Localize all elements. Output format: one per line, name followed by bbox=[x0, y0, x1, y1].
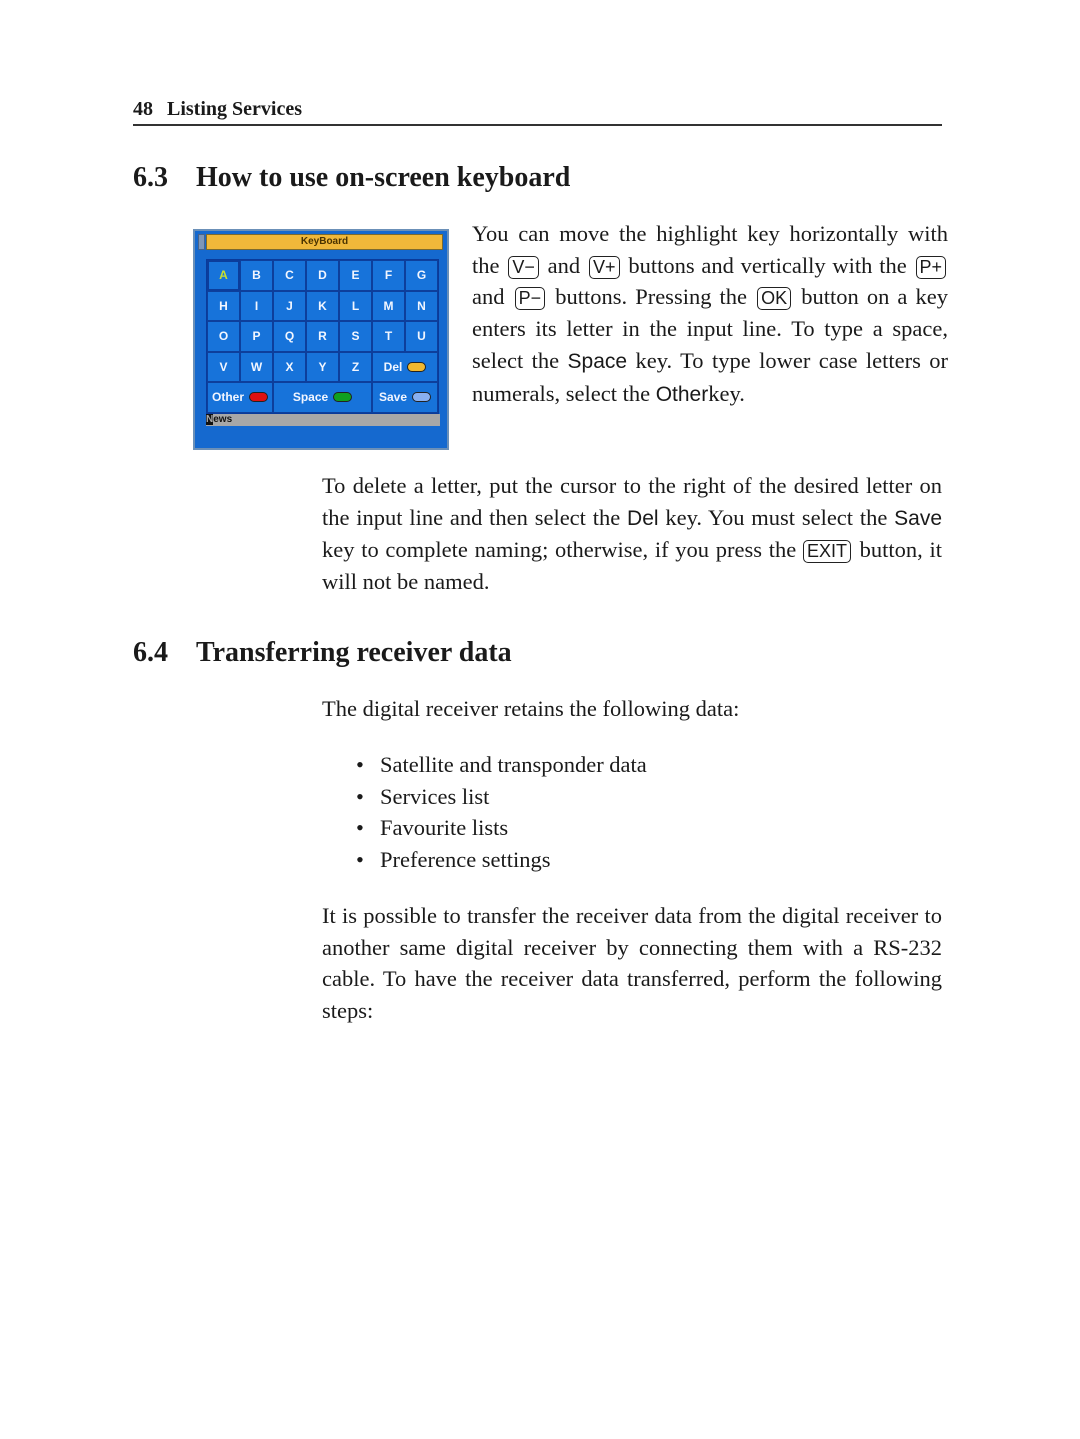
section-heading-6-3: 6.3 How to use on-screen keyboard bbox=[133, 162, 570, 194]
yellow-button-icon bbox=[407, 361, 427, 372]
paragraph-keyboard-navigation: You can move the highlight key horizonta… bbox=[472, 218, 948, 410]
keyboard-screenshot: KeyBoard ABCDEFG HIJKLMN OPQRSTU VWXYZ Del … bbox=[193, 229, 449, 450]
key-o[interactable]: O bbox=[207, 321, 240, 352]
text: and bbox=[547, 252, 581, 278]
key-b[interactable]: B bbox=[240, 260, 273, 291]
section-title: Transferring receiver data bbox=[196, 637, 512, 668]
key-h[interactable]: H bbox=[207, 290, 240, 321]
ok-key: OK bbox=[757, 287, 792, 311]
key-e[interactable]: E bbox=[339, 260, 372, 291]
v-minus-key: V− bbox=[508, 255, 539, 279]
key-v[interactable]: V bbox=[207, 351, 240, 382]
key-q[interactable]: Q bbox=[273, 321, 306, 352]
list-item: Preference settings bbox=[356, 844, 647, 876]
p-plus-key: P+ bbox=[915, 255, 947, 279]
key-z[interactable]: Z bbox=[339, 351, 372, 382]
key-j[interactable]: J bbox=[273, 290, 306, 321]
text: and bbox=[472, 284, 505, 310]
keyboard-title: KeyBoard bbox=[206, 234, 443, 250]
key-r[interactable]: R bbox=[306, 321, 339, 352]
space-keyword: Space bbox=[567, 349, 628, 373]
key-c[interactable]: C bbox=[273, 260, 306, 291]
input-text: ews bbox=[213, 414, 233, 425]
section-heading-6-4: 6.4 Transferring receiver data bbox=[133, 637, 512, 669]
key-del-label: Del bbox=[383, 359, 403, 374]
list-item: Favourite lists bbox=[356, 812, 647, 844]
key-grid: ABCDEFG HIJKLMN OPQRSTU VWXYZ Del Other Spa… bbox=[206, 259, 439, 414]
key-a[interactable]: A bbox=[207, 260, 240, 291]
green-button-icon bbox=[333, 392, 353, 403]
list-item: Services list bbox=[356, 781, 647, 813]
data-list: Satellite and transponder data Services … bbox=[356, 749, 647, 876]
red-button-icon bbox=[249, 392, 268, 403]
key-i[interactable]: I bbox=[240, 290, 273, 321]
key-x[interactable]: X bbox=[273, 351, 306, 382]
text: key. bbox=[708, 380, 745, 406]
key-f[interactable]: F bbox=[372, 260, 405, 291]
key-del[interactable]: Del bbox=[372, 351, 438, 382]
section-number: 6.3 bbox=[133, 162, 168, 193]
chapter-title: Listing Services bbox=[167, 98, 302, 120]
key-k[interactable]: K bbox=[306, 290, 339, 321]
exit-key: EXIT bbox=[802, 540, 851, 564]
key-save-label: Save bbox=[378, 390, 408, 405]
paragraph-delete-save: To delete a letter, put the cursor to th… bbox=[322, 470, 942, 598]
section-number: 6.4 bbox=[133, 637, 168, 668]
key-y[interactable]: Y bbox=[306, 351, 339, 382]
key-t[interactable]: T bbox=[372, 321, 405, 352]
text: key. You must select the bbox=[665, 504, 888, 530]
key-m[interactable]: M bbox=[372, 290, 405, 321]
key-space-label: Space bbox=[292, 390, 329, 405]
text: buttons. Pressing the bbox=[555, 284, 748, 310]
key-save[interactable]: Save bbox=[372, 382, 438, 413]
section-title: How to use on-screen keyboard bbox=[196, 162, 571, 193]
text: buttons and vertically with the bbox=[628, 252, 907, 278]
input-line[interactable]: News bbox=[206, 414, 440, 426]
title-bar-edge bbox=[198, 234, 205, 250]
v-plus-key: V+ bbox=[588, 255, 620, 279]
paragraph-transfer: It is possible to transfer the receiver … bbox=[322, 903, 942, 1024]
key-g[interactable]: G bbox=[405, 260, 438, 291]
p-minus-key: P− bbox=[514, 287, 546, 311]
key-other[interactable]: Other bbox=[207, 382, 273, 413]
key-l[interactable]: L bbox=[339, 290, 372, 321]
save-keyword: Save bbox=[894, 506, 943, 530]
key-u[interactable]: U bbox=[405, 321, 438, 352]
blue-button-icon bbox=[412, 392, 432, 403]
key-space[interactable]: Space bbox=[273, 382, 372, 413]
text: key to complete naming; otherwise, if yo… bbox=[322, 537, 797, 563]
key-n[interactable]: N bbox=[405, 290, 438, 321]
key-s[interactable]: S bbox=[339, 321, 372, 352]
key-w[interactable]: W bbox=[240, 351, 273, 382]
list-item: Satellite and transponder data bbox=[356, 749, 647, 781]
del-keyword: Del bbox=[627, 506, 659, 530]
key-p[interactable]: P bbox=[240, 321, 273, 352]
paragraph-intro: The digital receiver retains the followi… bbox=[322, 696, 740, 721]
key-other-label: Other bbox=[211, 390, 244, 405]
running-header: 48 Listing Services bbox=[133, 98, 942, 126]
page-number: 48 bbox=[133, 98, 153, 120]
other-keyword: Other bbox=[655, 382, 709, 406]
key-d[interactable]: D bbox=[306, 260, 339, 291]
